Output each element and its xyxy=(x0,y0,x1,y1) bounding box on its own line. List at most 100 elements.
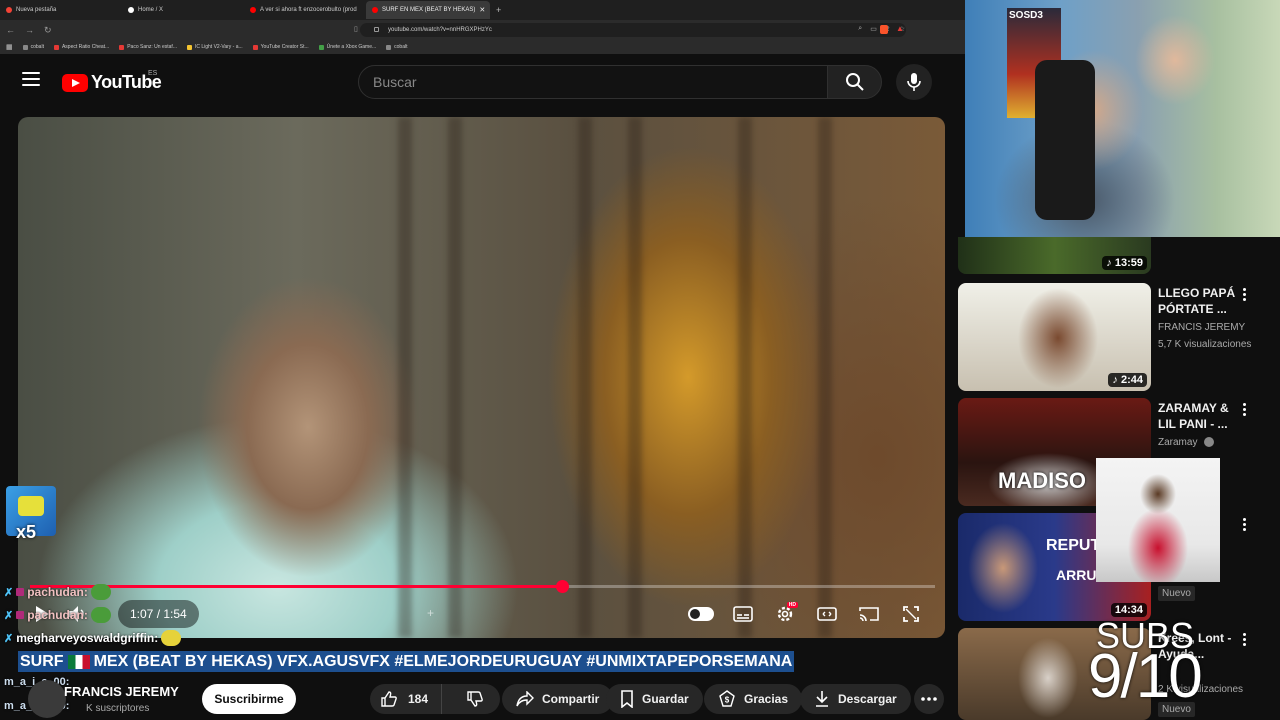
youtube-favicon-icon xyxy=(372,7,378,13)
new-badge: Nuevo xyxy=(1158,586,1195,601)
save-button[interactable]: Guardar xyxy=(606,684,703,714)
hamburger-menu-icon[interactable] xyxy=(22,72,40,86)
address-bar[interactable]: youtube.com/watch?v=nnHRGXPHzYc xyxy=(360,23,906,37)
recommendation-channel[interactable]: FRANCIS JEREMY xyxy=(1158,322,1245,333)
bookmark-item[interactable]: YouTube Creator St... xyxy=(252,44,309,50)
bookmark-item[interactable]: Únete a Xbox Game... xyxy=(318,44,377,50)
recommendation-title[interactable]: LLEGO PAPÁ PÓRTATE ... xyxy=(1158,285,1238,317)
download-icon xyxy=(816,691,828,707)
video-progress-bar[interactable] xyxy=(30,580,935,593)
share-button[interactable]: Compartir xyxy=(502,684,614,714)
dislike-button[interactable] xyxy=(450,684,500,714)
sword-badge-icon: ✗ xyxy=(4,632,14,645)
reload-icon[interactable]: ↻ xyxy=(44,25,52,36)
more-vertical-icon[interactable] xyxy=(1243,633,1247,646)
guest-webcam-overlay xyxy=(1096,458,1220,582)
search-input[interactable]: Buscar xyxy=(358,65,828,99)
url-text: youtube.com/watch?v=nnHRGXPHzYc xyxy=(388,27,492,33)
bookmark-item[interactable]: cobalt xyxy=(386,44,408,50)
bookmark-label: Paco Sanz: Un estaf... xyxy=(127,44,177,50)
bookmark-item[interactable]: IC Light V2-Vary - a... xyxy=(186,44,243,50)
browser-tab-2[interactable]: Home / X xyxy=(122,1,244,19)
youtube-favicon-icon xyxy=(250,7,256,13)
voice-search-button[interactable] xyxy=(896,64,932,100)
zoom-icon[interactable]: ⌕ xyxy=(858,25,862,33)
toggle-icon xyxy=(688,607,714,621)
share-icon xyxy=(516,691,534,707)
duration-badge: ♪ 2:44 xyxy=(1108,373,1147,387)
sub-badge-icon xyxy=(16,588,25,596)
brave-shield-icon[interactable] xyxy=(880,25,888,34)
chat-emote-icon xyxy=(161,630,182,646)
bookmark-icon[interactable]: ▯ xyxy=(354,25,358,33)
subs-goal-count: 9/10 xyxy=(1088,642,1203,711)
theater-mode-button[interactable] xyxy=(806,600,848,628)
microphone-icon xyxy=(907,73,921,91)
bookmark-favicon-icon xyxy=(318,44,324,50)
bookmark-label: Aspect Ratio Cheat... xyxy=(61,44,110,50)
subscribe-button[interactable]: Suscribirme xyxy=(202,684,296,714)
site-info-icon[interactable] xyxy=(374,27,379,32)
more-vertical-icon[interactable] xyxy=(1243,288,1247,301)
search-button[interactable] xyxy=(827,65,882,99)
thumbs-up-icon xyxy=(381,691,397,707)
thanks-button[interactable]: $ Gracias xyxy=(704,684,803,714)
channel-name[interactable]: FRANCIS JEREMY xyxy=(64,684,179,699)
browser-tab-active[interactable]: SURF EN MEX (BEAT BY HEKAS) ✕ xyxy=(366,1,490,19)
chat-username: pachudan: xyxy=(27,608,88,622)
channel-avatar[interactable] xyxy=(28,680,66,718)
bookmark-label: Únete a Xbox Game... xyxy=(326,44,377,50)
sword-badge-icon: ✗ xyxy=(4,609,14,622)
bookmark-item[interactable]: cobalt xyxy=(22,44,44,50)
bookmarks-bar: ▦ cobalt Aspect Ratio Cheat... Paco Sanz… xyxy=(0,40,965,54)
browser-tab-1[interactable]: Nueva pestaña xyxy=(0,1,122,19)
settings-button[interactable]: HD xyxy=(764,600,806,628)
video-thumbnail[interactable]: ♪ 2:44 xyxy=(958,283,1151,391)
youtube-logo[interactable]: YouTube xyxy=(62,72,162,93)
time-text: 1:07 / 1:54 xyxy=(130,607,187,621)
apps-icon[interactable]: ▦ xyxy=(6,43,13,51)
title-word: SURF xyxy=(20,652,64,670)
youtube-header: YouTube ES Buscar xyxy=(0,54,965,110)
recommendation-title[interactable]: ZARAMAY & LIL PANI - ... xyxy=(1158,400,1238,432)
video-player[interactable] xyxy=(18,117,945,638)
like-button[interactable]: 184 xyxy=(370,684,442,714)
new-tab-icon[interactable]: + xyxy=(490,5,507,15)
save-label: Guardar xyxy=(642,692,689,706)
x-logo-icon xyxy=(128,7,134,13)
video-thumbnail[interactable]: ♪ 13:59 xyxy=(958,237,1151,274)
hd-badge: HD xyxy=(786,602,798,608)
thanks-dollar-icon: $ xyxy=(719,690,735,707)
tab-label: Home / X xyxy=(138,7,164,13)
subtitles-icon xyxy=(733,606,753,622)
bookmark-item[interactable]: Paco Sanz: Un estaf... xyxy=(119,44,177,50)
bookmark-favicon-icon xyxy=(53,44,59,50)
more-vertical-icon[interactable] xyxy=(1243,403,1247,416)
gaming-chair xyxy=(1035,60,1095,220)
bookmark-item[interactable]: Aspect Ratio Cheat... xyxy=(53,44,110,50)
tab-label: A ver si ahora ft enzocerobulto (prod xyxy=(260,7,357,13)
rewards-icon[interactable]: ▲ xyxy=(896,24,904,33)
theater-icon xyxy=(817,607,837,621)
more-actions-button[interactable] xyxy=(914,684,944,714)
emote-face-icon xyxy=(18,496,44,516)
fullscreen-button[interactable] xyxy=(890,600,932,628)
download-label: Descargar xyxy=(838,692,897,706)
subtitles-button[interactable] xyxy=(722,600,764,628)
download-button[interactable]: Descargar xyxy=(800,684,911,714)
cast-button[interactable] xyxy=(848,600,890,628)
back-icon[interactable]: ← xyxy=(6,25,15,35)
forward-icon[interactable]: → xyxy=(25,25,34,35)
close-tab-icon[interactable]: ✕ xyxy=(479,6,485,14)
sub-badge-icon xyxy=(16,611,25,619)
progress-scrubber-handle[interactable] xyxy=(555,580,569,593)
browser-tab-3[interactable]: A ver si ahora ft enzocerobulto (prod xyxy=(244,1,366,19)
player-right-controls: HD xyxy=(680,600,932,628)
bookmark-label: YouTube Creator St... xyxy=(260,44,309,50)
mexico-flag-icon xyxy=(67,654,90,669)
autoplay-toggle[interactable] xyxy=(680,600,722,628)
cast-icon[interactable]: ▭ xyxy=(870,25,877,33)
more-vertical-icon[interactable] xyxy=(1243,518,1247,531)
subscriber-count: K suscriptores xyxy=(86,703,150,714)
recommendation-channel[interactable]: Zaramay xyxy=(1158,437,1197,448)
